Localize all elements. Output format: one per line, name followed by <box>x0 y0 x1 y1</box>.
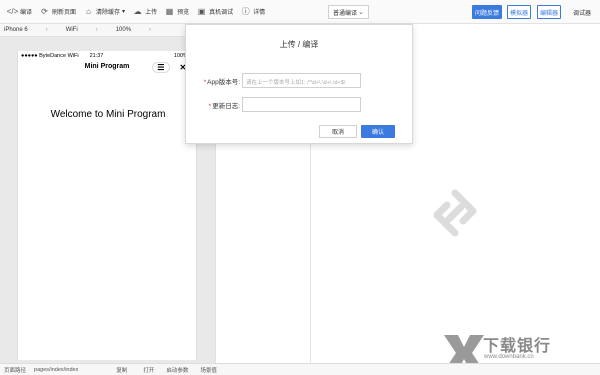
status-bar: ●●●●● ByteDance WiFi 21:37 100% <box>18 51 196 60</box>
qrcode-icon: ▦ <box>165 7 174 16</box>
chevron-down-icon: ▾ <box>122 9 126 15</box>
compile-mode-select[interactable]: 普通编译 ⌄ <box>328 5 369 19</box>
simulator-area: ●●●●● ByteDance WiFi 21:37 100% Mini Pro… <box>0 37 215 363</box>
scene-link[interactable]: 场景值 <box>196 366 221 374</box>
device-bar: iPhone 6 › WiFi › 100% › <box>0 24 215 37</box>
upload-dialog: 上传 / 编译 *App版本号: 请在上一个版本号上加1: /^\d+\.\d+… <box>185 24 413 144</box>
navigation-bar: Mini Program ☰ ✕ <box>18 60 196 74</box>
upload-label: 上传 <box>145 10 158 16</box>
feedback-button[interactable]: 问题反馈 <box>472 5 502 19</box>
preview-button[interactable]: ▦ 预览 <box>161 0 193 24</box>
editor-toggle[interactable]: 编辑器 <box>537 5 561 19</box>
compile-mode-value: 普通编译 <box>333 10 358 17</box>
refresh-label: 刷新页面 <box>52 10 77 16</box>
carrier: ●●●●● ByteDance WiFi <box>21 52 79 59</box>
device-select[interactable]: iPhone 6 <box>0 27 32 33</box>
welcome-text: Welcome to Mini Program <box>50 109 166 120</box>
details-button[interactable]: ⓘ 详情 <box>237 0 269 24</box>
launch-params-link[interactable]: 启动参数 <box>162 366 192 374</box>
clock: 21:37 <box>89 52 104 59</box>
separator-chevron: › <box>149 27 152 33</box>
changelog-label: *更新日志: <box>208 103 240 110</box>
info-icon: ⓘ <box>241 7 250 16</box>
changelog-row: *更新日志: <box>186 97 414 112</box>
watermark-url: www.downbank.cn <box>484 354 534 360</box>
preview-label: 预览 <box>177 10 190 16</box>
compile-button[interactable]: </> 编译 <box>4 0 36 24</box>
separator-chevron: › <box>45 27 48 33</box>
menu-icon[interactable]: ☰ <box>151 62 170 73</box>
clear-cache-button[interactable]: ⌂ 清除缓存 ▾ <box>80 0 129 24</box>
bottom-status-bar: 页面路径 pages/index/index 复制 打开 启动参数 场景值 <box>0 363 600 375</box>
version-label: *App版本号: <box>203 79 240 86</box>
cancel-button[interactable]: 取消 <box>319 125 357 138</box>
dialog-title: 上传 / 编译 <box>279 40 319 49</box>
refresh-icon: ⟳ <box>41 7 48 16</box>
page-path-label: 页面路径 <box>4 367 27 374</box>
open-link[interactable]: 打开 <box>139 366 158 374</box>
clear-cache-label: 清除缓存 <box>96 10 121 16</box>
refresh-page-button[interactable]: ⟳ 刷新页面 <box>36 0 80 24</box>
separator-chevron: › <box>95 27 98 33</box>
debugger-toggle[interactable]: 调试器 <box>567 5 597 19</box>
network-select[interactable]: WiFi <box>62 27 82 33</box>
chevron-down-icon: ⌄ <box>358 9 364 16</box>
version-input[interactable]: 请在上一个版本号上加1: /^\d+\.\d+\.\d+$/ <box>242 73 361 88</box>
device-debug-button[interactable]: ▣ 真机调试 <box>193 0 237 24</box>
upload-button[interactable]: ☁ 上传 <box>129 0 161 24</box>
phone-screen: ●●●●● ByteDance WiFi 21:37 100% Mini Pro… <box>17 51 197 360</box>
required-mark: * <box>208 103 212 110</box>
required-mark: * <box>203 79 207 86</box>
device-debug-icon: ▣ <box>197 7 206 16</box>
clear-cache-icon: ⌂ <box>86 7 91 16</box>
zoom-select[interactable]: 100% <box>112 27 135 33</box>
confirm-button[interactable]: 确认 <box>361 125 395 138</box>
device-debug-label: 真机调试 <box>209 10 234 16</box>
details-label: 详情 <box>253 10 266 16</box>
changelog-input[interactable] <box>242 97 361 112</box>
compile-label: 编译 <box>20 10 33 16</box>
nav-title: Mini Program <box>84 63 130 70</box>
version-row: *App版本号: 请在上一个版本号上加1: /^\d+\.\d+\.\d+$/ <box>186 73 414 88</box>
simulator-toggle[interactable]: 模拟器 <box>507 5 531 19</box>
code-icon: </> <box>6 7 19 16</box>
watermark-text: 下载银行 <box>483 338 552 355</box>
copy-link[interactable]: 复制 <box>112 366 131 374</box>
page-path-value: pages/index/index <box>34 366 79 373</box>
upload-cloud-icon: ☁ <box>133 7 142 16</box>
app-logo-icon <box>433 189 477 237</box>
